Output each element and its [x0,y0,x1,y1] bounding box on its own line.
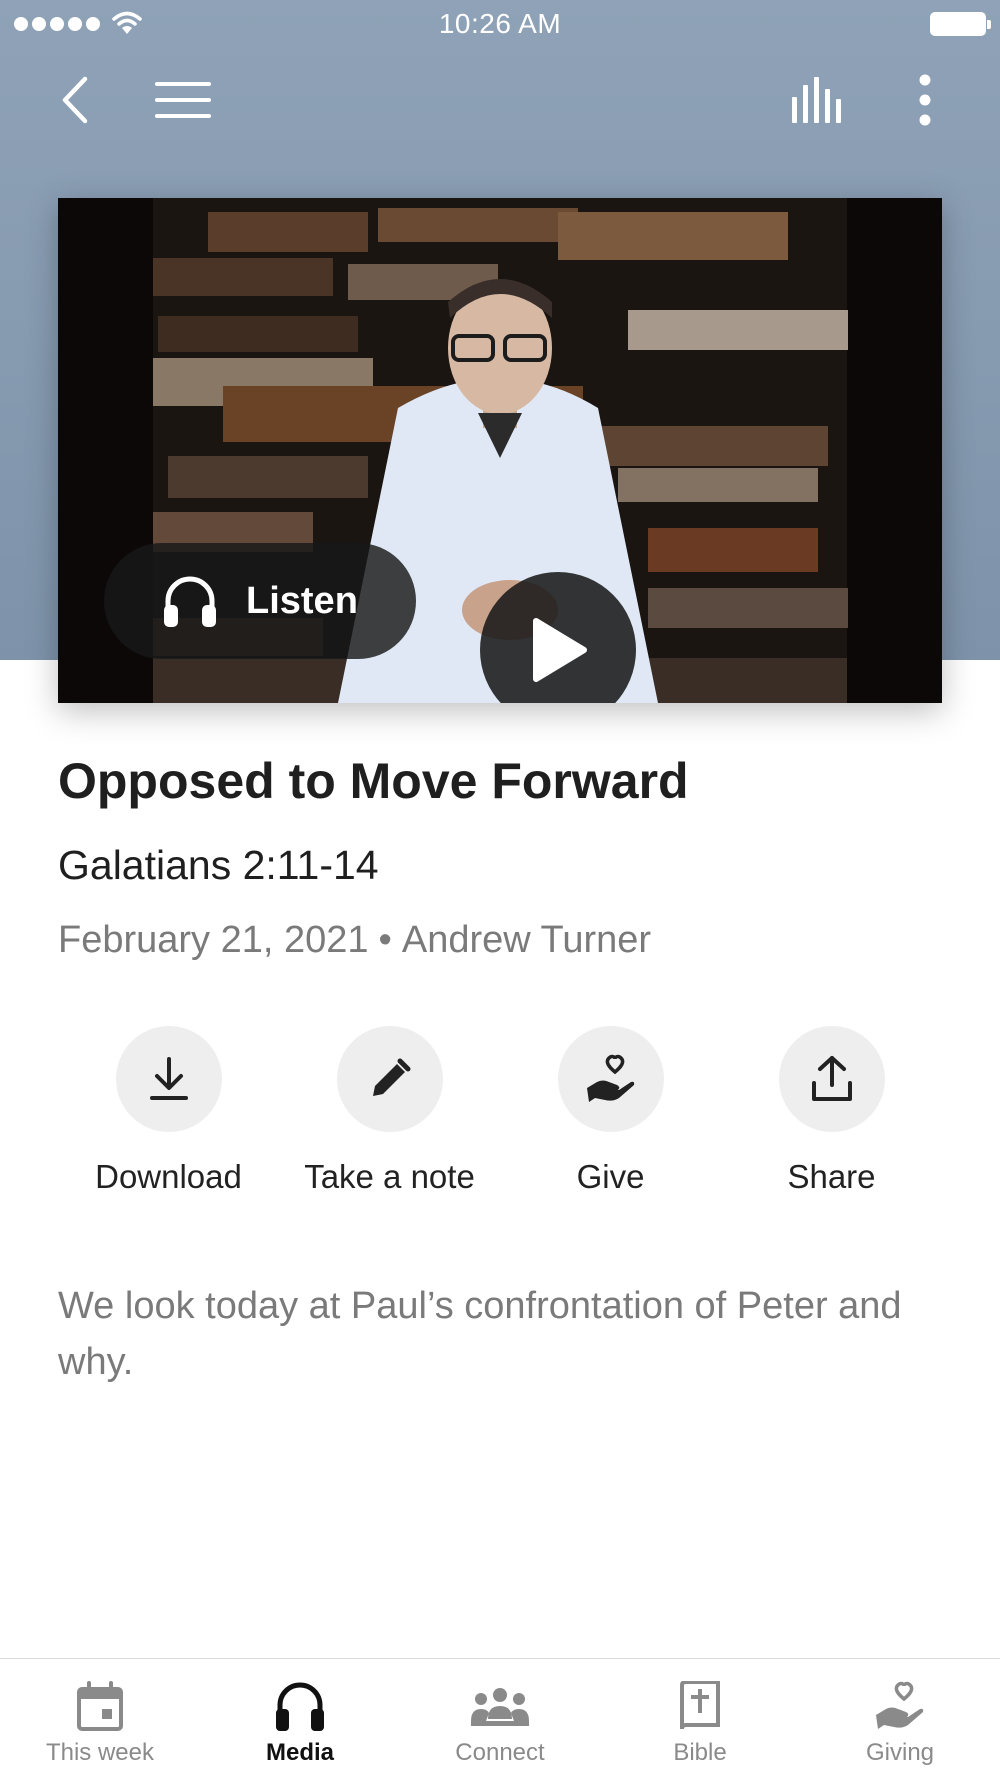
give-label: Give [576,1158,645,1195]
listen-label: Listen [246,579,358,622]
audio-player-button[interactable] [780,70,860,130]
people-icon [471,1688,529,1726]
audio-bars-icon [792,77,841,123]
action-row: Download Take a note Give Share [58,1026,942,1196]
download-label: Download [95,1158,242,1195]
download-icon [149,1057,188,1100]
sermon-description: We look today at Paul’s confrontation of… [58,1285,902,1383]
tab-bar: This week Media Connect Bible Giving [0,1658,1000,1778]
sermon-speaker: Andrew Turner [401,919,652,961]
pencil-icon [372,1058,410,1096]
back-button[interactable] [50,70,100,130]
chevron-left-icon [62,76,88,124]
sermon-meta: February 21, 2021 • Andrew Turner [58,919,651,962]
share-label: Share [787,1158,876,1195]
tab-media[interactable]: Media [200,1659,400,1778]
status-bar: 10:26 AM [0,0,1000,50]
take-note-circle[interactable] [336,1026,443,1132]
menu-button[interactable] [148,72,218,128]
hand-heart-icon [586,1054,634,1102]
download-button[interactable]: Download [58,1026,279,1196]
tab-giving[interactable]: Giving [800,1659,1000,1778]
share-circle[interactable] [778,1026,885,1132]
tab-label-connect: Connect [455,1739,545,1766]
share-icon [811,1056,852,1101]
listen-button[interactable]: Listen [104,543,416,659]
sermon-title: Opposed to Move Forward [58,753,689,809]
bible-icon [680,1681,720,1730]
more-button[interactable] [900,70,950,130]
tab-label-giving: Giving [865,1739,935,1766]
play-icon [533,618,587,682]
calendar-icon [77,1681,123,1731]
tab-bible[interactable]: Bible [600,1659,800,1778]
tab-this-week[interactable]: This week [0,1659,200,1778]
share-button[interactable]: Share [721,1026,942,1196]
hand-heart-icon [876,1681,924,1729]
more-vertical-icon [919,74,931,126]
hamburger-menu-icon [155,82,211,118]
tab-label-this-week: This week [45,1739,155,1766]
tab-label-media: Media [265,1739,334,1766]
take-note-button[interactable]: Take a note [279,1026,500,1196]
battery-icon [930,12,991,36]
scripture-reference: Galatians 2:11-14 [58,842,379,888]
download-circle[interactable] [115,1026,222,1132]
tab-label-bible: Bible [673,1739,727,1766]
meta-separator: • [378,919,392,961]
give-circle[interactable] [557,1026,664,1132]
take-note-label: Take a note [304,1158,475,1195]
tab-connect[interactable]: Connect [400,1659,600,1778]
headphones-icon [276,1682,324,1731]
headphones-icon [164,576,216,627]
status-time: 10:26 AM [438,8,562,39]
give-button[interactable]: Give [500,1026,721,1196]
sermon-date: February 21, 2021 [58,919,369,961]
